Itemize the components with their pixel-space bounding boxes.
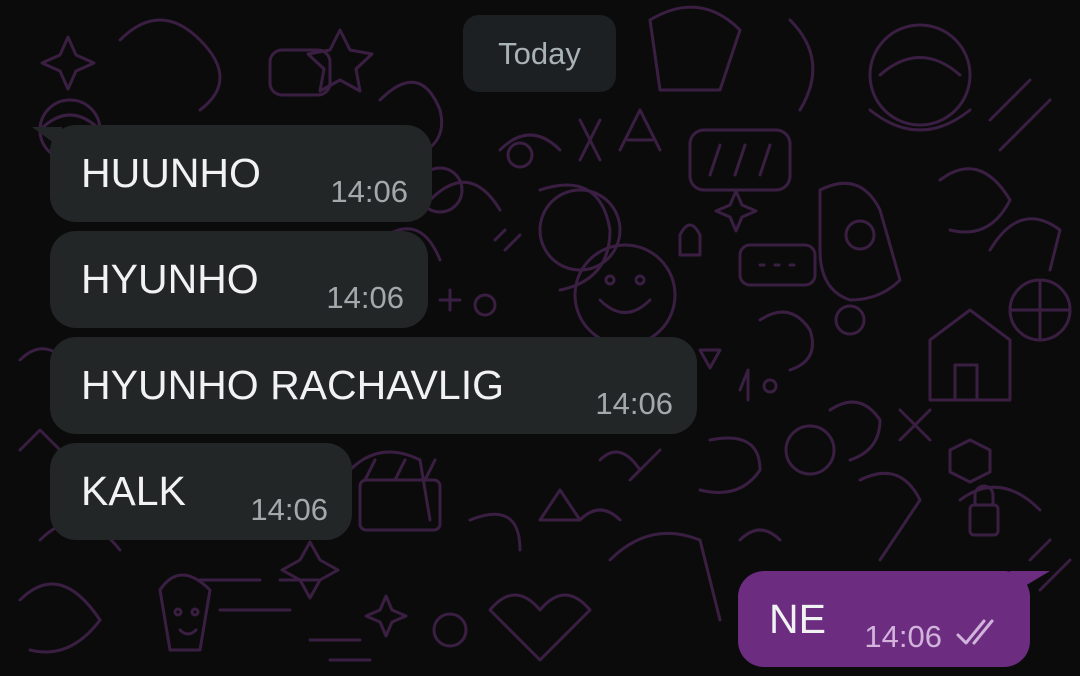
message-time: 14:06 [250,492,328,527]
message-time: 14:06 [326,280,404,315]
message-text: HYUNHO [81,256,259,302]
chat-view: Today HUUNHO 14:06 HYUNHO 14:06 HYUNHO R… [0,0,1080,676]
date-separator: Today [463,15,616,92]
message-time: 14:06 [330,174,408,209]
incoming-message[interactable]: HUUNHO 14:06 [50,125,432,222]
outgoing-message[interactable]: NE 14:06 [738,571,1030,667]
message-time: 14:06 [864,619,942,654]
incoming-message[interactable]: HYUNHO 14:06 [50,231,428,328]
message-text: KALK [81,468,186,514]
message-text: NE [769,596,826,642]
message-time: 14:06 [595,386,673,421]
message-text: HUUNHO [81,150,261,196]
read-checks-icon [956,619,994,645]
incoming-message[interactable]: KALK 14:06 [50,443,352,540]
message-text: HYUNHO RACHAVLIG [81,362,504,408]
incoming-message[interactable]: HYUNHO RACHAVLIG 14:06 [50,337,697,434]
